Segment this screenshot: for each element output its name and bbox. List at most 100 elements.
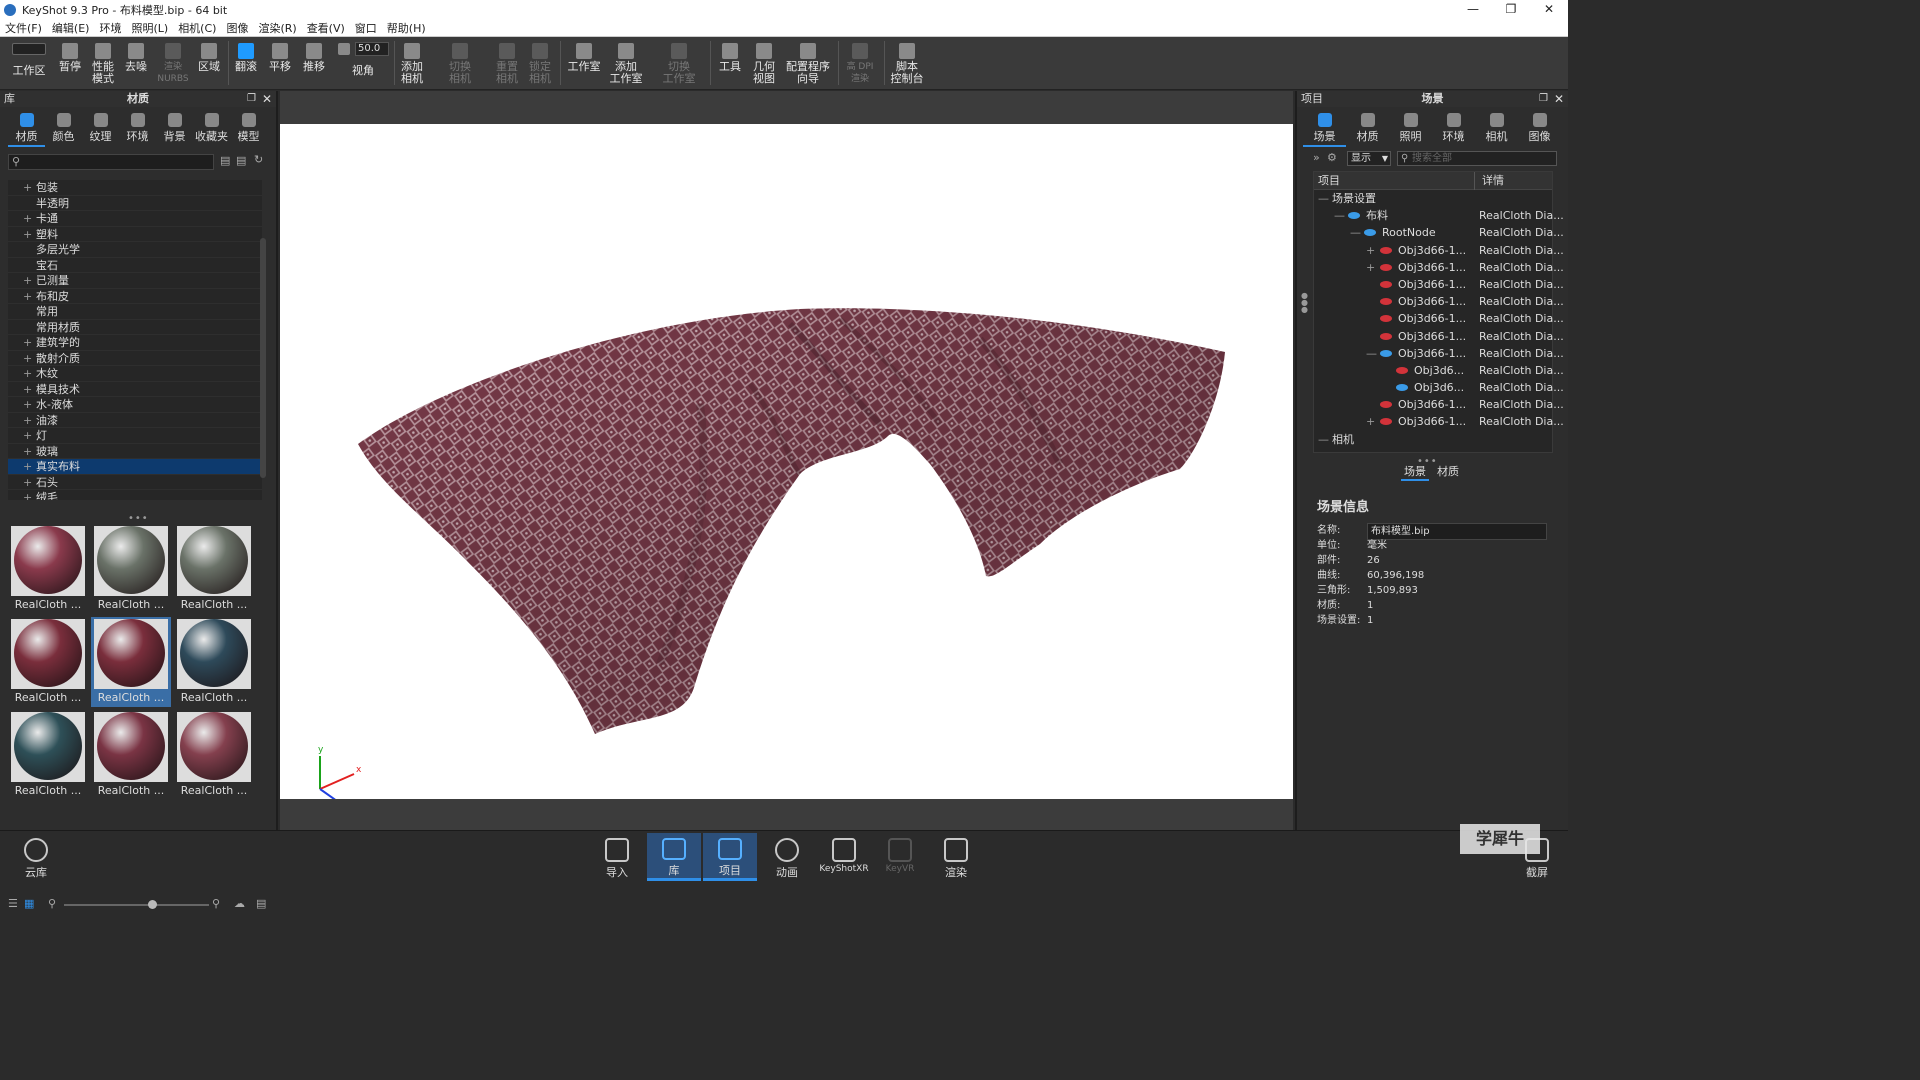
material-thumbnail[interactable]: RealCloth ... [91,710,171,800]
tab-textures[interactable]: 纹理 [82,113,119,147]
subtab-scene[interactable]: 场景 [1401,463,1429,481]
region-button[interactable]: 区域 [195,39,223,89]
slider-handle[interactable] [148,900,157,909]
expand-icon[interactable]: + [23,289,32,305]
tree-item[interactable]: + 散射介质 [8,351,262,367]
material-thumbnail[interactable]: RealCloth ... [8,710,88,800]
scene-tree-row[interactable]: — 场景设置 [1314,190,1552,207]
visibility-eye-icon[interactable] [1380,349,1392,357]
menu-image[interactable]: 图像 [221,20,253,36]
tree-item[interactable]: 常用材质 [8,320,262,335]
studio-button[interactable]: 工作室 [566,39,602,89]
scene-tree-row[interactable]: Obj3d66-1... RealCloth Dia... [1314,396,1564,413]
tree-item[interactable]: 半透明 [8,196,262,211]
minimize-button[interactable]: — [1454,0,1492,19]
tree-item[interactable]: 常用 [8,304,262,320]
tree-item[interactable]: + 木纹 [8,366,262,382]
material-thumbnail[interactable]: RealCloth ... [91,524,171,614]
visibility-eye-icon[interactable] [1348,212,1360,220]
visibility-eye-icon[interactable] [1396,384,1408,392]
tree-item[interactable]: + 真实布料 [8,459,262,475]
grid-view-icon[interactable]: ▦ [24,897,34,910]
thumbnail-size-slider[interactable] [64,904,209,906]
panel-close-icon[interactable]: ✕ [262,91,272,107]
tree-item[interactable]: + 灯 [8,428,262,444]
undock-icon[interactable]: ❐ [247,91,256,107]
pause-button[interactable]: 暂停 [56,39,84,89]
menu-camera[interactable]: 相机(C) [173,20,221,36]
pan-button[interactable]: 平移 [266,39,294,89]
zoom-out-icon[interactable]: ⚲ [48,897,56,910]
tab-scene[interactable]: 场景 [1303,113,1346,147]
tree-item[interactable]: + 布和皮 [8,289,262,305]
material-thumbnail[interactable]: RealCloth ... [174,524,254,614]
performance-mode-button[interactable]: 性能 模式 [88,39,118,89]
render-viewport[interactable]: y x [280,91,1293,830]
dolly-button[interactable]: 推移 [300,39,328,89]
maximize-button[interactable]: ❐ [1492,0,1530,19]
workspace-button[interactable]: 工作区 [8,39,50,89]
scene-tree-row[interactable]: + Obj3d66-1... RealCloth Dia... [1314,259,1564,276]
expand-icon[interactable]: + [23,180,32,196]
collapse-icon[interactable]: » [1313,151,1320,164]
tree-item[interactable]: + 玻璃 [8,444,262,460]
scene-tree-row[interactable]: Obj3d66-1... RealCloth Dia... [1314,293,1564,310]
visibility-eye-icon[interactable] [1380,418,1392,426]
expand-icon[interactable]: + [1366,413,1375,430]
menu-view[interactable]: 查看(V) [302,20,350,36]
material-thumbnail[interactable]: RealCloth ... [174,710,254,800]
expand-icon[interactable]: + [23,397,32,413]
cloud-library-button[interactable]: 云库 [9,833,63,881]
menu-lighting[interactable]: 照明(L) [126,20,173,36]
expand-icon[interactable]: — [1334,207,1345,224]
material-thumbnail[interactable]: RealCloth ... [8,617,88,707]
import-button[interactable]: 导入 [590,833,644,881]
tree-item[interactable]: + 绒毛 [8,490,262,500]
expand-icon[interactable]: + [23,413,32,429]
scene-tree-row[interactable]: — 相机 [1314,431,1552,448]
fov-input[interactable]: 50.0 [355,42,389,56]
add-camera-button[interactable]: 添加 相机 [398,39,426,89]
tab-camera[interactable]: 相机 [1475,113,1518,147]
tab-favorites[interactable]: 收藏夹 [193,113,230,147]
scene-tree-row[interactable]: Obj3d66-1... RealCloth Dia... [1314,328,1564,345]
expand-icon[interactable]: + [23,211,32,227]
scene-tree-row[interactable]: + Obj3d66-1... RealCloth Dia... [1314,413,1564,430]
tab-models[interactable]: 模型 [230,113,267,147]
tools-button[interactable]: 工具 [716,39,744,89]
tree-item[interactable]: 宝石 [8,258,262,273]
tab-backplates[interactable]: 背景 [156,113,193,147]
expand-icon[interactable]: + [23,351,32,367]
tree-item[interactable]: + 塑料 [8,227,262,242]
expand-icon[interactable]: + [23,444,32,460]
tab-colors[interactable]: 颜色 [45,113,82,147]
expand-icon[interactable]: + [23,459,32,475]
visibility-eye-icon[interactable] [1380,315,1392,323]
menu-render[interactable]: 渲染(R) [253,20,301,36]
tab-material[interactable]: 材质 [1346,113,1389,147]
expand-icon[interactable]: + [1366,259,1375,276]
panel-close-icon[interactable]: ✕ [1554,91,1564,107]
project-button[interactable]: 项目 [703,833,757,881]
close-button[interactable]: ✕ [1530,0,1568,19]
high-dpi-render-button[interactable]: 高 DPI 渲染 [842,39,878,89]
cloud-upload-icon[interactable]: ☁ [234,897,245,910]
library-search-input[interactable]: ⚲ [8,154,214,170]
zoom-in-icon[interactable]: ⚲ [212,897,220,910]
tab-environments[interactable]: 环境 [119,113,156,147]
folder-icon[interactable]: ▤ [220,154,230,167]
subtab-material[interactable]: 材质 [1437,463,1459,481]
config-wizard-button[interactable]: 配置程序 向导 [784,39,832,89]
visibility-eye-icon[interactable] [1396,366,1408,374]
expand-icon[interactable]: + [23,273,32,289]
visibility-eye-icon[interactable] [1380,298,1392,306]
list-view-icon[interactable]: ☰ [8,897,18,910]
material-thumbnail[interactable]: RealCloth ... [8,524,88,614]
switch-camera-button[interactable]: 切换 相机 [438,39,482,89]
scene-search-input[interactable]: ⚲ 搜索全部 [1397,151,1557,166]
material-thumbnail[interactable]: RealCloth ... [174,617,254,707]
expand-icon[interactable]: — [1366,345,1377,362]
animation-button[interactable]: 动画 [760,833,814,881]
undock-icon[interactable]: ❐ [1539,91,1548,107]
filter-dropdown[interactable]: 显示 ▼ [1347,151,1391,166]
